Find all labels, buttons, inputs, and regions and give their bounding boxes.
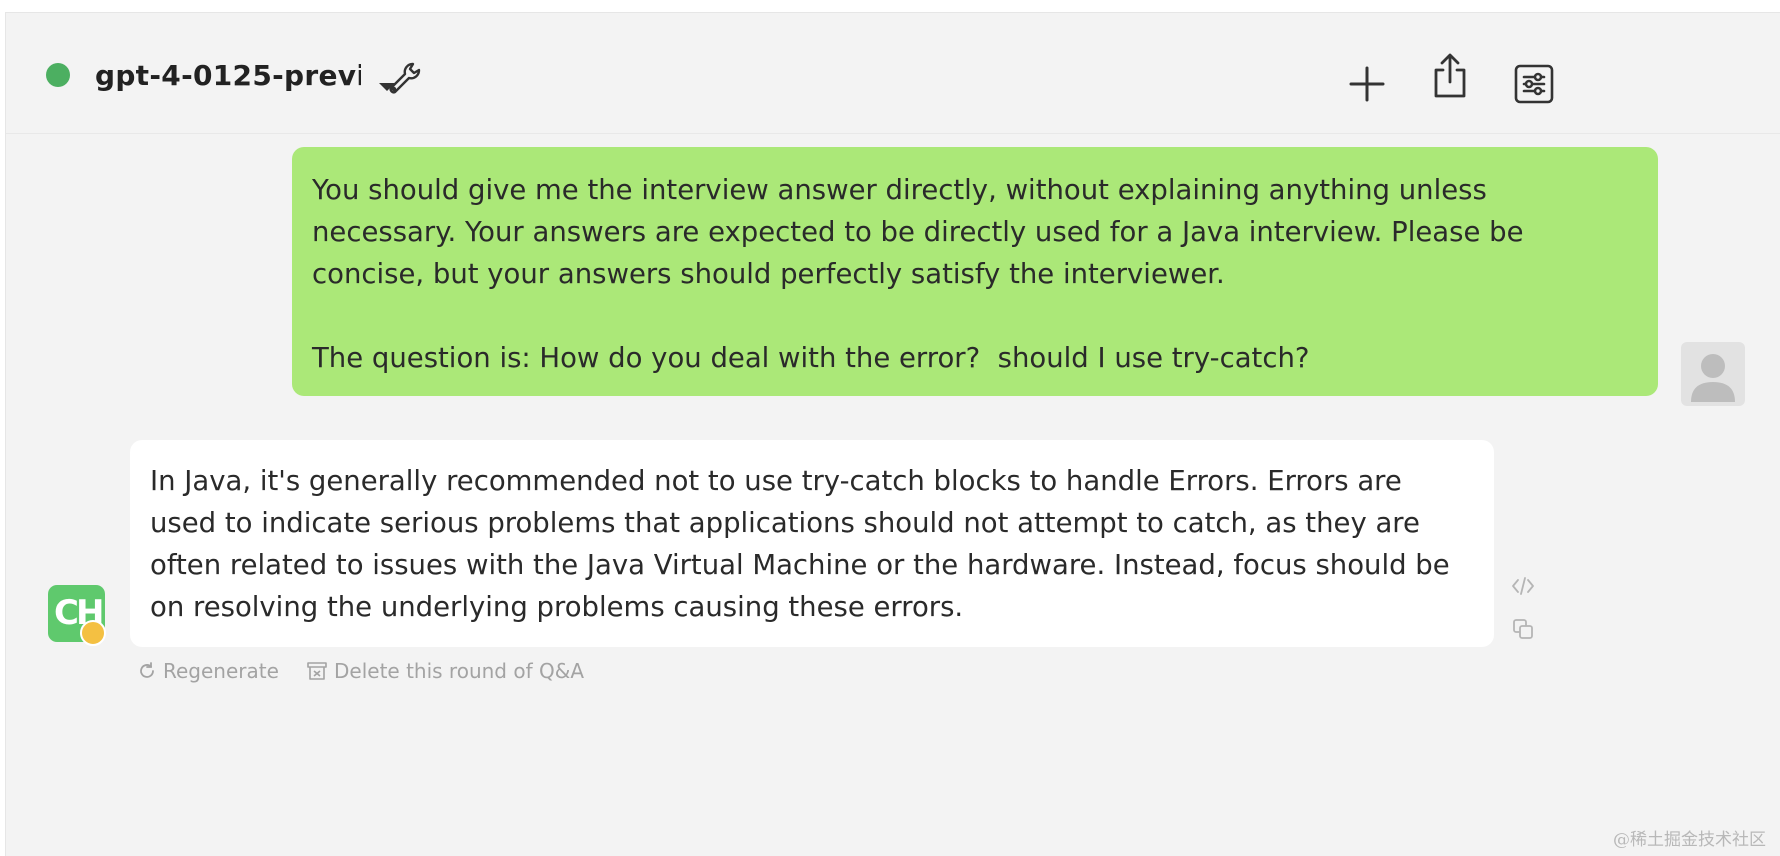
copy-icon[interactable] (1510, 616, 1536, 642)
regenerate-button[interactable]: Regenerate (137, 656, 279, 686)
person-icon (1691, 354, 1735, 402)
trash-icon (307, 662, 327, 680)
assistant-message-bubble: In Java, it's generally recommended not … (130, 440, 1494, 647)
wrench-icon[interactable] (381, 56, 427, 102)
plus-icon[interactable] (1344, 61, 1390, 107)
tiger-badge-icon (80, 620, 106, 646)
model-selector-label[interactable]: gpt-4-0125-preview (95, 56, 361, 96)
regenerate-label: Regenerate (163, 659, 279, 683)
share-icon[interactable] (1427, 53, 1473, 99)
delete-round-button[interactable]: Delete this round of Q&A (306, 656, 584, 686)
user-message-bubble: You should give me the interview answer … (292, 147, 1658, 396)
code-view-icon[interactable] (1510, 573, 1536, 599)
watermark: @稀土掘金技术社区 (1613, 830, 1766, 850)
model-status-indicator (46, 63, 70, 87)
settings-sliders-icon[interactable] (1511, 61, 1557, 107)
refresh-icon (140, 662, 154, 678)
chat-app: gpt-4-0125-preview (5, 12, 1780, 856)
chat-header: gpt-4-0125-preview (6, 13, 1780, 134)
user-avatar (1681, 342, 1745, 406)
delete-round-label: Delete this round of Q&A (334, 659, 584, 683)
